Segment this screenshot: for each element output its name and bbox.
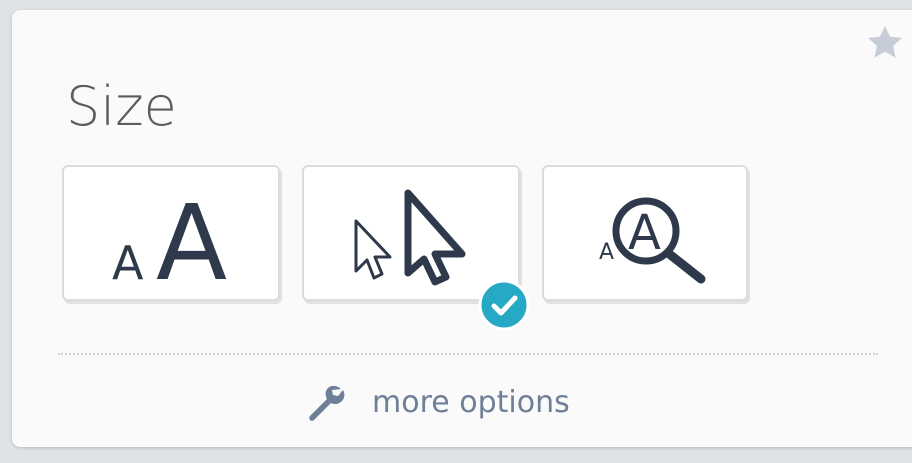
large-cursor-icon	[404, 189, 466, 286]
divider	[58, 353, 878, 355]
wrench-icon	[309, 385, 345, 421]
check-circle-icon	[478, 279, 530, 331]
small-cursor-icon	[354, 219, 392, 280]
large-a-glyph: A	[628, 205, 661, 261]
more-options-link[interactable]: more options	[304, 380, 570, 424]
large-a-glyph: A	[156, 182, 227, 303]
panel-title: Size	[66, 75, 177, 138]
small-a-glyph: A	[599, 240, 614, 265]
text-size-icon: A A	[112, 182, 227, 303]
small-a-glyph: A	[112, 236, 144, 290]
magnifier-icon: A A	[599, 197, 706, 284]
magnifier-option[interactable]: A A	[542, 165, 748, 301]
text-size-option[interactable]: A A	[62, 165, 280, 303]
more-options-label: more options	[372, 384, 570, 420]
size-panel: Size A A A A more options	[12, 10, 912, 447]
star-icon[interactable]	[864, 22, 906, 64]
